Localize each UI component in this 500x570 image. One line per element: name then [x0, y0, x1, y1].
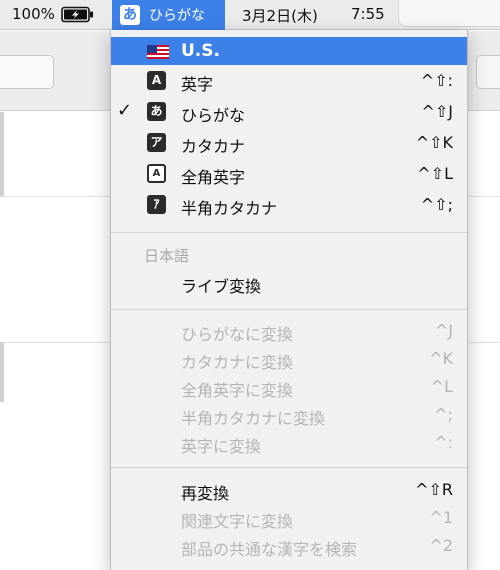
input-method-label: ひらがな — [149, 8, 205, 24]
menu-item-label: カタカナ — [181, 137, 246, 156]
input-method-dropdown: U.S. A 英字 ^⇧: ✓ あ ひらがな ^⇧J ア カタカナ ^⇧K A … — [110, 30, 468, 570]
menu-item-shortcut: ^K — [429, 349, 453, 368]
input-method-menu[interactable]: あ ひらがな — [112, 0, 225, 30]
menu-item-shortcut: ^⇧; — [420, 195, 453, 214]
menu-item-label: 部品の共通な漢字を検索 — [181, 540, 358, 559]
menu-item-label: 半角カタカナ — [181, 199, 278, 218]
menu-item-convert-alphanumeric[interactable]: 英字に変換 ^: — [111, 429, 467, 457]
menubar-time[interactable]: 7:55 — [351, 5, 385, 23]
menu-item-fullwidth-alphanumeric[interactable]: A 全角英字 ^⇧L — [111, 160, 467, 188]
menu-item-us[interactable]: U.S. — [111, 37, 467, 65]
menu-item-convert-halfwidth-katakana[interactable]: 半角カタカナに変換 ^; — [111, 401, 467, 429]
menu-item-label: ライブ変換 — [181, 277, 262, 296]
menu-item-shortcut: ^L — [430, 377, 453, 396]
hiragana-icon: あ — [120, 5, 140, 25]
menu-item-related-characters[interactable]: 関連文字に変換 ^1 — [111, 504, 467, 532]
menu-item-katakana[interactable]: ア カタカナ ^⇧K — [111, 129, 467, 157]
menu-item-shortcut: ^1 — [429, 508, 453, 527]
menu-item-label: 再変換 — [181, 484, 230, 503]
menu-item-label: ひらがなに変換 — [181, 325, 294, 344]
menu-item-shortcut: ^⇧R — [415, 480, 453, 499]
battery-charging-icon[interactable] — [61, 6, 94, 23]
menu-item-search-kanji[interactable]: 部品の共通な漢字を検索 ^2 — [111, 532, 467, 560]
menu-item-label: 英字に変換 — [181, 437, 262, 456]
menu-item-halfwidth-katakana[interactable]: ｱ 半角カタカナ ^⇧; — [111, 191, 467, 219]
menu-item-shortcut: ^: — [434, 433, 453, 452]
menu-item-shortcut: ^; — [434, 405, 453, 424]
menu-item-label: 英字 — [181, 75, 214, 94]
menu-item-hiragana[interactable]: ✓ あ ひらがな ^⇧J — [111, 98, 467, 126]
menu-item-alphanumeric[interactable]: A 英字 ^⇧: — [111, 67, 467, 95]
menu-item-shortcut: ^⇧: — [420, 71, 453, 90]
menu-item-shortcut: ^⇧K — [415, 133, 453, 152]
menu-item-live-conversion[interactable]: ライブ変換 — [111, 269, 467, 297]
menu-item-label: 全角英字 — [181, 168, 246, 187]
checkmark-icon: ✓ — [117, 100, 133, 121]
menu-separator — [111, 232, 467, 233]
spotlight-area[interactable] — [398, 0, 500, 27]
section-header-japanese: 日本語 — [144, 247, 190, 265]
menu-item-label: 半角カタカナに変換 — [181, 409, 326, 428]
hiragana-icon: あ — [147, 102, 166, 121]
divider — [0, 342, 4, 402]
menu-item-shortcut: ^J — [434, 321, 453, 340]
fullwidth-alphanumeric-icon: A — [147, 164, 166, 183]
katakana-icon: ア — [147, 133, 166, 152]
menubar: 100% あ ひらがな 3月2日(木) 7:55 — [0, 0, 500, 30]
menu-item-label: ひらがな — [181, 106, 246, 125]
menu-item-shortcut: ^2 — [429, 536, 453, 555]
menu-item-reconvert[interactable]: 再変換 ^⇧R — [111, 476, 467, 504]
halfwidth-katakana-icon: ｱ — [147, 195, 166, 214]
divider — [0, 112, 4, 196]
menubar-date[interactable]: 3月2日(木) — [242, 5, 318, 26]
menu-separator — [111, 309, 467, 310]
menu-item-convert-fullwidth[interactable]: 全角英字に変換 ^L — [111, 373, 467, 401]
battery-percentage[interactable]: 100% — [12, 5, 55, 23]
background-toolbar-field-right — [476, 55, 500, 89]
alphanumeric-icon: A — [147, 71, 166, 90]
menu-item-shortcut: ^⇧L — [417, 164, 453, 183]
background-toolbar-field — [0, 55, 54, 89]
menu-item-label: U.S. — [181, 41, 220, 61]
menu-item-convert-hiragana[interactable]: ひらがなに変換 ^J — [111, 317, 467, 345]
menu-item-shortcut: ^⇧J — [421, 102, 453, 121]
us-flag-icon — [147, 45, 169, 59]
menu-item-convert-katakana[interactable]: カタカナに変換 ^K — [111, 345, 467, 373]
menu-item-label: カタカナに変換 — [181, 353, 294, 372]
menu-separator — [111, 467, 467, 468]
menu-item-label: 全角英字に変換 — [181, 381, 294, 400]
menu-item-label: 関連文字に変換 — [181, 512, 294, 531]
